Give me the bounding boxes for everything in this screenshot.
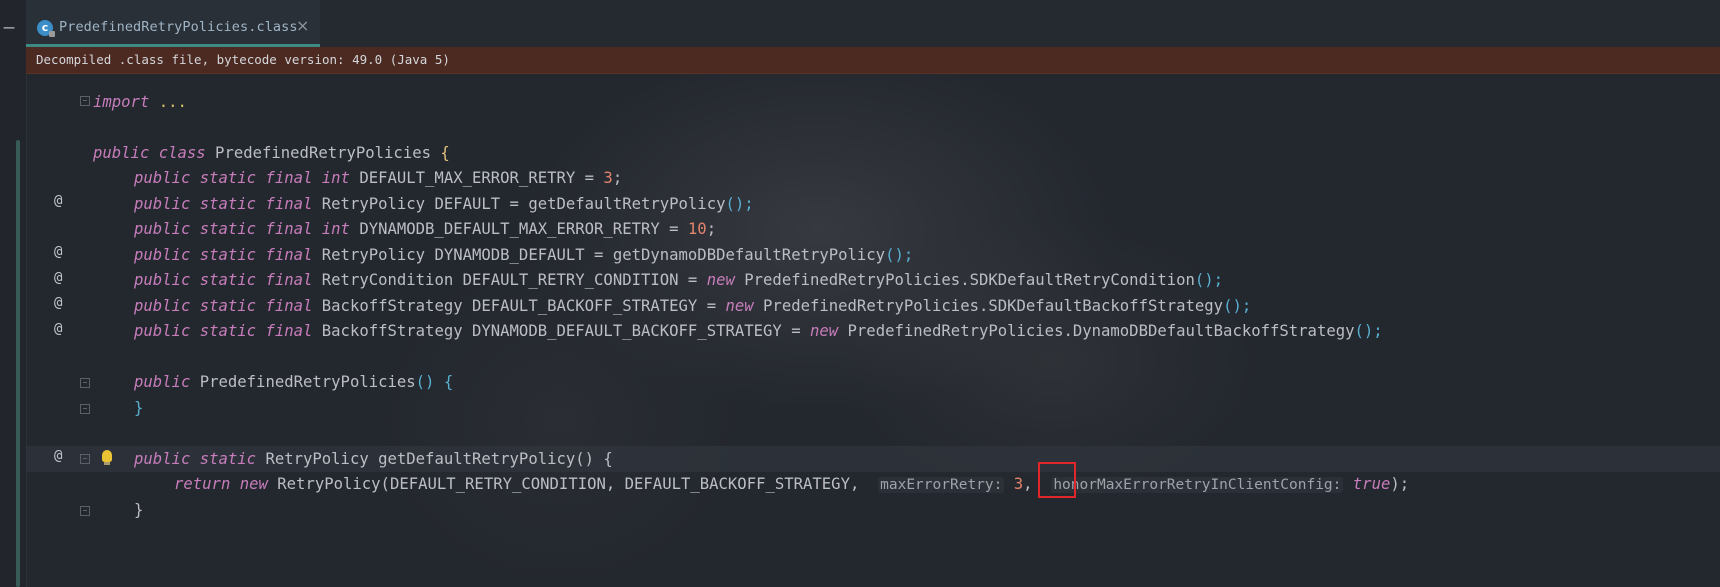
override-icon[interactable]: @ bbox=[54, 448, 62, 464]
decompiled-notice-banner: Decompiled .class file, bytecode version… bbox=[26, 47, 1720, 74]
code-line-field: public static final RetryCondition DEFAU… bbox=[134, 271, 1224, 289]
code-line-close-brace: } bbox=[134, 399, 144, 417]
code-line-field: public static final int DEFAULT_MAX_ERRO… bbox=[134, 169, 623, 187]
param-hint: maxErrorRetry: bbox=[878, 477, 1005, 493]
code-line-return: return new RetryPolicy(DEFAULT_RETRY_CON… bbox=[174, 475, 1410, 493]
fold-marker[interactable] bbox=[80, 96, 90, 106]
tab-title: PredefinedRetryPolicies.class bbox=[59, 19, 298, 35]
code-line-field: public static final BackoffStrategy DEFA… bbox=[134, 297, 1252, 315]
code-line-field: public static final RetryPolicy DYNAMODB… bbox=[134, 246, 914, 264]
annotation-highlight-box bbox=[1038, 462, 1076, 498]
left-tool-strip: — bbox=[0, 0, 27, 587]
fold-marker[interactable] bbox=[80, 378, 90, 388]
fold-marker[interactable] bbox=[80, 404, 90, 414]
class-file-icon: c bbox=[37, 20, 55, 37]
editor-tab[interactable]: c PredefinedRetryPolicies.class × bbox=[26, 0, 320, 47]
fold-marker[interactable] bbox=[80, 454, 90, 464]
param-hint: honorMaxErrorRetryInClientConfig: bbox=[1051, 477, 1344, 493]
collapse-panel-button[interactable]: — bbox=[2, 18, 16, 38]
fold-marker[interactable] bbox=[80, 506, 90, 516]
max-error-retry-value: 3 bbox=[1013, 475, 1024, 493]
close-icon[interactable]: × bbox=[296, 16, 309, 35]
code-line-method-decl: public static RetryPolicy getDefaultRetr… bbox=[134, 450, 613, 468]
code-line-field: public static final int DYNAMODB_DEFAULT… bbox=[134, 220, 717, 238]
code-line-field: public static final BackoffStrategy DYNA… bbox=[134, 322, 1383, 340]
override-icon[interactable]: @ bbox=[54, 244, 62, 260]
override-icon[interactable]: @ bbox=[54, 193, 62, 209]
override-icon[interactable]: @ bbox=[54, 270, 62, 286]
lightbulb-icon[interactable] bbox=[102, 450, 112, 465]
code-line-field: public static final RetryPolicy DEFAULT … bbox=[134, 195, 754, 213]
override-icon[interactable]: @ bbox=[54, 321, 62, 337]
override-icon[interactable]: @ bbox=[54, 295, 62, 311]
code-line-close-brace: } bbox=[134, 501, 144, 519]
code-editor[interactable]: @ @ @ @ @ @ import ... public class Pred… bbox=[26, 73, 1720, 587]
code-line-constructor: public PredefinedRetryPolicies() { bbox=[134, 373, 454, 391]
tab-bar: c PredefinedRetryPolicies.class × bbox=[26, 0, 1720, 48]
code-line-class-decl: public class PredefinedRetryPolicies { bbox=[93, 144, 450, 162]
code-line-import: import ... bbox=[93, 93, 187, 111]
banner-text: Decompiled .class file, bytecode version… bbox=[36, 52, 450, 67]
scroll-indicator[interactable] bbox=[16, 140, 20, 587]
ide-window: — c PredefinedRetryPolicies.class × Deco… bbox=[0, 0, 1720, 587]
